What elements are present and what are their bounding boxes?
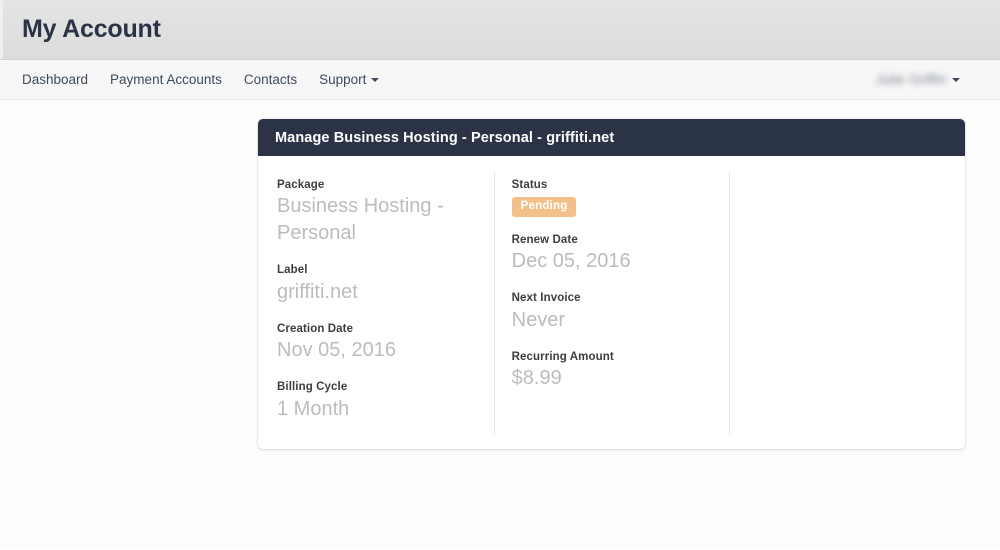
field-value: 1 Month	[277, 397, 350, 420]
field-label: Renew Date	[511, 233, 578, 246]
manage-service-panel: Manage Business Hosting - Personal - gri…	[258, 119, 965, 449]
nav-item-contacts[interactable]: Contacts	[233, 60, 308, 100]
field-label: Package	[277, 179, 325, 191]
panel-body: Package Business Hosting - Personal Labe…	[258, 156, 965, 449]
details-column-left: Package Business Hosting - Personal Labe…	[258, 178, 494, 423]
nav-item-payment-accounts[interactable]: Payment Accounts	[99, 60, 233, 100]
field-package: Package Business Hosting - Personal	[277, 178, 476, 247]
nav-item-label: Payment Accounts	[110, 71, 222, 87]
field-value: Business Hosting - Personal	[277, 195, 444, 245]
field-label-name: Label griffiti.net	[277, 263, 476, 305]
chevron-down-icon	[371, 77, 380, 82]
field-creation-date: Creation Date Nov 05, 2016	[277, 322, 476, 364]
details-column-right	[729, 171, 965, 433]
field-label: Next Invoice	[511, 292, 581, 305]
panel-title: Manage Business Hosting - Personal - gri…	[275, 129, 615, 146]
main-navbar: Dashboard Payment Accounts Contacts Supp…	[0, 60, 1000, 100]
chevron-down-icon	[952, 77, 960, 82]
nav-item-label: Support	[319, 71, 367, 87]
nav-item-support[interactable]: Support	[308, 60, 390, 100]
page-title: My Account	[22, 15, 161, 43]
field-label: Billing Cycle	[277, 381, 348, 394]
field-value: $8.99	[511, 367, 562, 389]
nav-links: Dashboard Payment Accounts Contacts Supp…	[22, 60, 390, 100]
field-value: Nov 05, 2016	[277, 339, 396, 362]
field-recurring-amount: Recurring Amount $8.99	[512, 350, 712, 392]
field-label: Recurring Amount	[511, 350, 614, 363]
field-billing-cycle: Billing Cycle 1 Month	[277, 380, 476, 422]
field-label: Label	[277, 264, 308, 277]
field-label: Creation Date	[277, 322, 354, 335]
field-value: Dec 05, 2016	[511, 250, 631, 273]
status-badge: Pending	[511, 197, 577, 217]
field-next-invoice: Next Invoice Never	[512, 291, 712, 333]
nav-item-label: Contacts	[243, 71, 298, 87]
details-column-middle: Status Pending Renew Date Dec 05, 2016 N…	[493, 171, 730, 433]
user-menu-name: Julie Griffin	[875, 72, 947, 87]
field-renew-date: Renew Date Dec 05, 2016	[512, 233, 712, 275]
masthead: My Account	[0, 0, 1000, 60]
field-value: griffiti.net	[277, 280, 358, 303]
field-label: Status	[511, 179, 548, 191]
nav-item-dashboard[interactable]: Dashboard	[22, 60, 99, 100]
nav-item-label: Dashboard	[22, 71, 89, 87]
user-menu[interactable]: Julie Griffin	[876, 72, 982, 87]
page-body: Manage Business Hosting - Personal - gri…	[0, 100, 1000, 549]
field-value: Never	[511, 308, 566, 331]
field-status: Status Pending	[511, 178, 712, 217]
panel-heading: Manage Business Hosting - Personal - gri…	[258, 119, 965, 156]
